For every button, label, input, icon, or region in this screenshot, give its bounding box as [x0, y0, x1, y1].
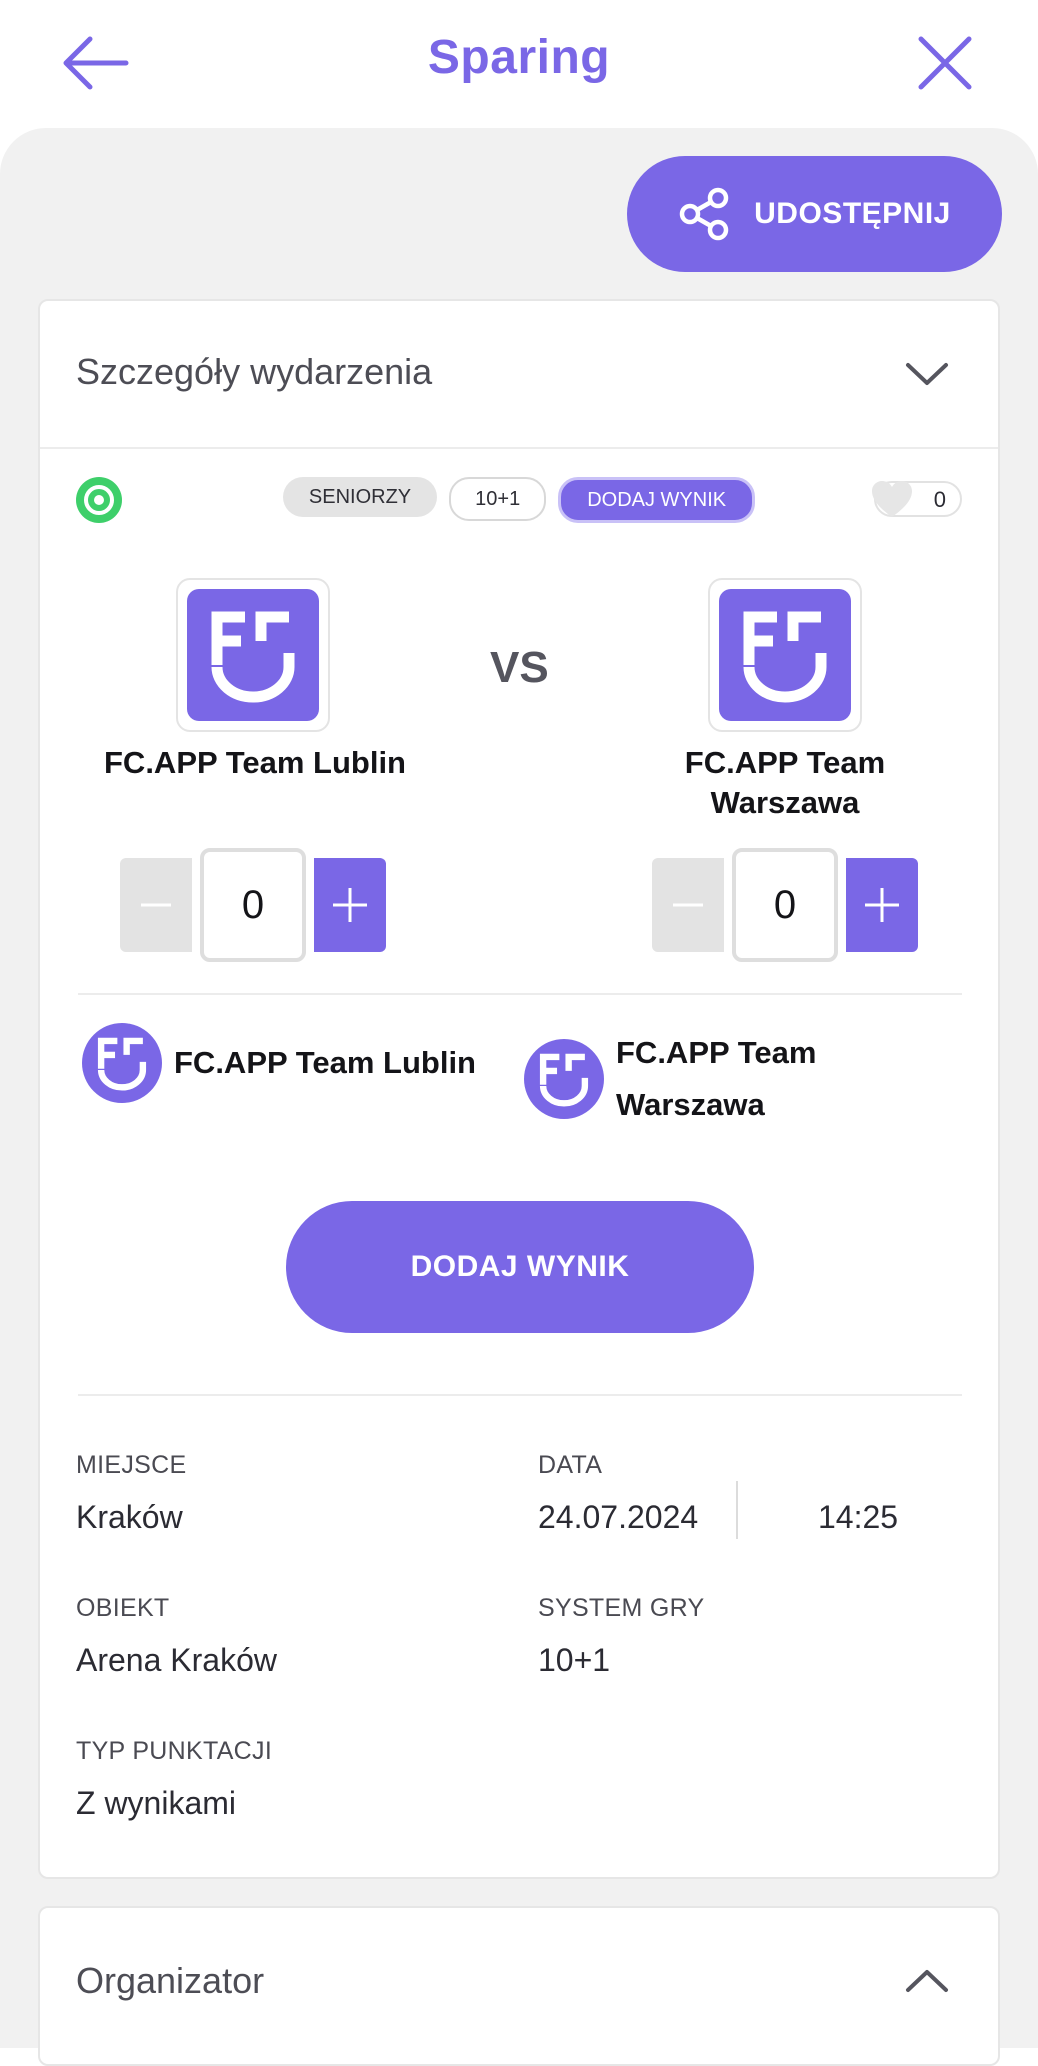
heart-icon — [872, 481, 912, 517]
scoring-type-label: TYP PUNKTACJI — [76, 1737, 273, 1765]
fc-app-logo — [82, 1023, 162, 1103]
event-details-card: Szczegóły wydarzenia SENIORZY 10+1 DODAJ… — [38, 299, 1000, 1879]
chevron-up-icon — [906, 1970, 948, 1992]
minus-icon — [673, 903, 703, 907]
venue-value: Arena Kraków — [76, 1642, 277, 1678]
date-time-separator — [736, 1481, 738, 1539]
event-chips: SENIORZY 10+1 DODAJ WYNIK — [40, 477, 998, 523]
header-divider — [40, 447, 998, 449]
minus-icon — [141, 903, 171, 907]
organizer-card[interactable]: Organizator — [38, 1906, 1000, 2066]
home-team-logo — [176, 578, 330, 732]
scoring-type-value: Z wynikami — [76, 1785, 237, 1821]
time-value: 14:25 — [818, 1499, 899, 1535]
date-value: 24.07.2024 — [538, 1499, 699, 1535]
like-button[interactable]: 0 — [872, 481, 962, 517]
section-title: Szczegóły wydarzenia — [76, 351, 433, 392]
share-label: UDOSTĘPNIJ — [754, 197, 951, 230]
away-team-name-line2: Warszawa — [710, 785, 860, 820]
fc-app-logo — [187, 589, 319, 721]
away-team-row[interactable]: FC.APP Team Warszawa — [524, 1027, 816, 1131]
away-team-name: FC.APP Team Warszawa — [610, 743, 960, 823]
divider — [78, 1394, 962, 1396]
plus-icon — [865, 888, 899, 922]
away-team-name-line1: FC.APP Team — [684, 745, 886, 780]
venue-label: OBIEKT — [76, 1594, 170, 1622]
versus-label: VS — [490, 643, 549, 692]
home-score-increment[interactable] — [314, 858, 386, 952]
home-team-name: FC.APP Team Lublin — [104, 745, 406, 780]
chevron-down-icon — [906, 363, 948, 385]
place-value: Kraków — [76, 1499, 183, 1535]
away-team-logo — [708, 578, 862, 732]
home-team-row[interactable]: FC.APP Team Lublin — [82, 1023, 476, 1103]
share-icon — [679, 187, 729, 241]
fc-app-logo — [524, 1039, 604, 1119]
divider — [78, 993, 962, 995]
like-count: 0 — [933, 487, 946, 512]
chip-category: SENIORZY — [282, 477, 438, 517]
home-team-row-name: FC.APP Team Lublin — [174, 1045, 476, 1080]
close-icon[interactable] — [910, 28, 980, 98]
section-title: Organizator — [76, 1960, 265, 2001]
game-system-value: 10+1 — [538, 1642, 611, 1678]
game-system-label: SYSTEM GRY — [538, 1594, 705, 1622]
away-score-increment[interactable] — [846, 858, 918, 952]
away-team-row-name-line2: Warszawa — [616, 1087, 765, 1122]
add-result-button[interactable]: DODAJ WYNIK — [286, 1201, 754, 1333]
away-score-value[interactable]: 0 — [732, 848, 838, 962]
away-team-row-name-line1: FC.APP Team — [616, 1035, 817, 1070]
top-bar: Sparing — [0, 0, 1038, 128]
fc-app-logo — [719, 589, 851, 721]
away-team-row-name: FC.APP Team Warszawa — [616, 1027, 816, 1131]
away-score-decrement[interactable] — [652, 858, 724, 952]
plus-icon — [333, 888, 367, 922]
home-score-value[interactable]: 0 — [200, 848, 306, 962]
share-button[interactable]: UDOSTĘPNIJ — [627, 156, 1002, 272]
home-score-decrement[interactable] — [120, 858, 192, 952]
place-label: MIEJSCE — [76, 1451, 187, 1479]
chip-add-result[interactable]: DODAJ WYNIK — [558, 477, 756, 523]
chip-format: 10+1 — [449, 477, 547, 521]
date-label: DATA — [538, 1451, 603, 1479]
event-details-header[interactable]: Szczegóły wydarzenia — [40, 301, 998, 449]
page-title: Sparing — [427, 31, 611, 84]
